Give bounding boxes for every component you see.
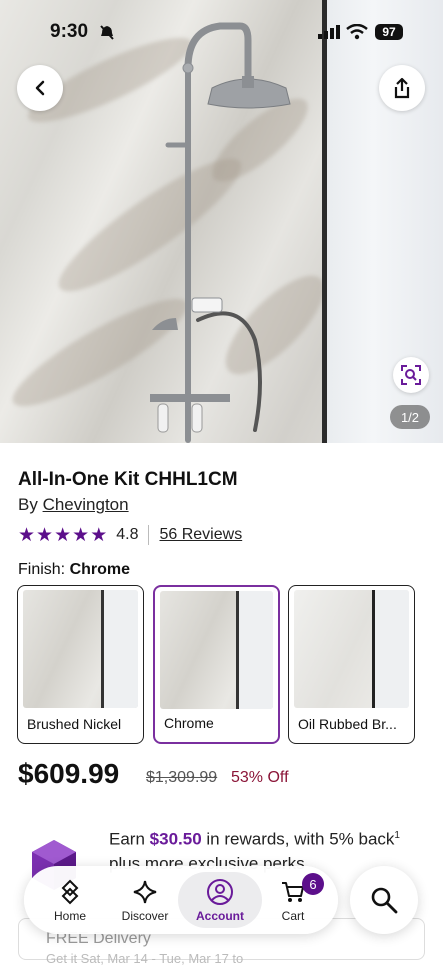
rating-score: 4.8 (116, 526, 139, 543)
original-price: $1,309.99 (146, 769, 218, 786)
swatch-oil-rubbed-bronze[interactable]: Oil Rubbed Br... (288, 585, 415, 744)
swatch-label: Brushed Nickel (27, 716, 122, 732)
star-rating: ★★★★★ (18, 524, 108, 547)
finish-title: Finish: (18, 561, 66, 578)
discount-label: 53% Off (231, 769, 289, 786)
visual-search-button[interactable] (393, 357, 429, 393)
star-icon: ★ (90, 524, 109, 546)
back-arrow-icon (35, 80, 45, 96)
nav-home[interactable]: Home (35, 866, 105, 934)
battery-icon: 97 (375, 24, 403, 40)
brand-prefix: By (18, 495, 38, 514)
reviews-link[interactable]: 56 Reviews (159, 526, 242, 544)
search-icon (371, 887, 398, 914)
back-button[interactable] (17, 65, 63, 111)
nav-discover[interactable]: Discover (110, 866, 180, 934)
star-icon: ★ (54, 524, 73, 546)
nav-account[interactable]: Account (178, 872, 262, 928)
image-pager: 1/2 (390, 405, 430, 429)
nav-cart-label: Cart (281, 909, 305, 923)
status-time: 9:30 (50, 21, 89, 42)
swatch-brushed-nickel[interactable]: Brushed Nickel (17, 585, 144, 744)
product-image[interactable]: 9:30 97 1/2 (0, 0, 443, 443)
divider (148, 525, 150, 545)
star-icon: ★ (72, 524, 91, 546)
status-bar: 9:30 97 (0, 0, 443, 60)
product-title: All-In-One Kit CHHL1CM (18, 469, 238, 490)
bell-muted-icon (100, 25, 114, 40)
delivery-sub: Get it Sat, Mar 14 - Tue, Mar 17 to (46, 951, 244, 966)
finish-label: Finish: Chrome (18, 561, 130, 579)
rewards-footnote: 1 (394, 830, 400, 841)
swatch-image (23, 590, 138, 708)
discover-sparkle-icon (133, 880, 157, 904)
wifi-icon (346, 24, 368, 40)
nav-account-label: Account (196, 909, 244, 923)
rewards-pre: Earn (109, 829, 145, 849)
rating-row: ★★★★★ 4.8 56 Reviews (18, 524, 242, 546)
swatch-chrome[interactable]: Chrome (153, 585, 280, 744)
brand-line: By Chevington (18, 495, 129, 515)
signal-icon (318, 25, 340, 39)
home-icon (61, 879, 79, 905)
nav-home-label: Home (53, 909, 86, 923)
swatch-label: Oil Rubbed Br... (298, 716, 397, 732)
bottom-nav: Home Discover Account Cart (24, 866, 338, 934)
price: $609.99 (18, 758, 120, 789)
swatch-image (160, 591, 273, 709)
nav-discover-label: Discover (121, 909, 169, 923)
account-icon (207, 879, 233, 905)
star-icon: ★ (18, 524, 37, 546)
finish-value: Chrome (69, 561, 131, 578)
brand-link[interactable]: Chevington (43, 495, 129, 514)
rewards-post: in rewards, with 5% back (206, 829, 395, 849)
swatch-image (294, 590, 409, 708)
swatch-label: Chrome (164, 715, 214, 731)
cart-count-badge: 6 (302, 873, 324, 895)
zoom-search-icon (401, 365, 421, 385)
search-button[interactable] (350, 866, 418, 934)
rewards-amount: $30.50 (149, 829, 202, 849)
share-button[interactable] (379, 65, 425, 111)
share-icon (394, 77, 410, 99)
star-icon: ★ (36, 524, 55, 546)
shower-fixture (150, 22, 291, 443)
